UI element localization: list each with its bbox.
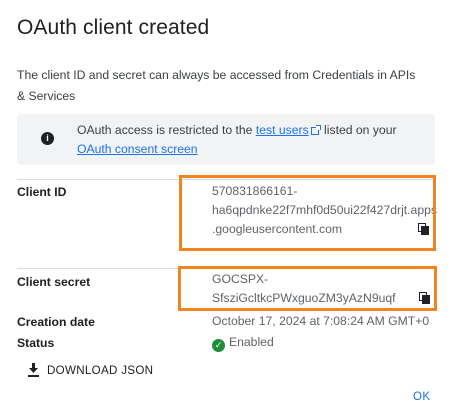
test-users-link[interactable]: test users: [256, 123, 309, 137]
dialog-title: OAuth client created: [17, 16, 210, 39]
download-json-label: DOWNLOAD JSON: [47, 363, 154, 377]
dialog-intro-text: The client ID and secret can always be a…: [17, 68, 416, 103]
download-json-button[interactable]: DOWNLOAD JSON: [28, 360, 153, 380]
info-text-before: OAuth access is restricted to the: [77, 123, 256, 137]
info-text-after: listed on your: [320, 123, 397, 137]
ok-button[interactable]: OK: [413, 390, 430, 403]
info-banner: i OAuth access is restricted to the test…: [17, 114, 435, 165]
info-icon: i: [41, 132, 54, 145]
client-id-label: Client ID: [17, 185, 67, 199]
info-banner-text: OAuth access is restricted to the test u…: [77, 121, 417, 159]
creation-date-label: Creation date: [17, 315, 95, 329]
status-text: Enabled: [229, 335, 274, 349]
client-secret-label: Client secret: [17, 275, 91, 289]
status-value: ✓ Enabled: [212, 333, 274, 352]
oauth-consent-screen-link[interactable]: OAuth consent screen: [77, 142, 198, 156]
open-in-new-icon: [310, 125, 321, 135]
creation-date-value: October 17, 2024 at 7:08:24 AM GMT+0: [212, 314, 430, 328]
client-secret-highlight: [178, 266, 437, 311]
oauth-client-created-dialog: OAuth client created The client ID and s…: [0, 0, 451, 414]
client-id-highlight: [179, 175, 436, 251]
download-icon: [28, 363, 39, 377]
check-circle-icon: ✓: [212, 339, 225, 352]
status-label: Status: [17, 336, 55, 350]
